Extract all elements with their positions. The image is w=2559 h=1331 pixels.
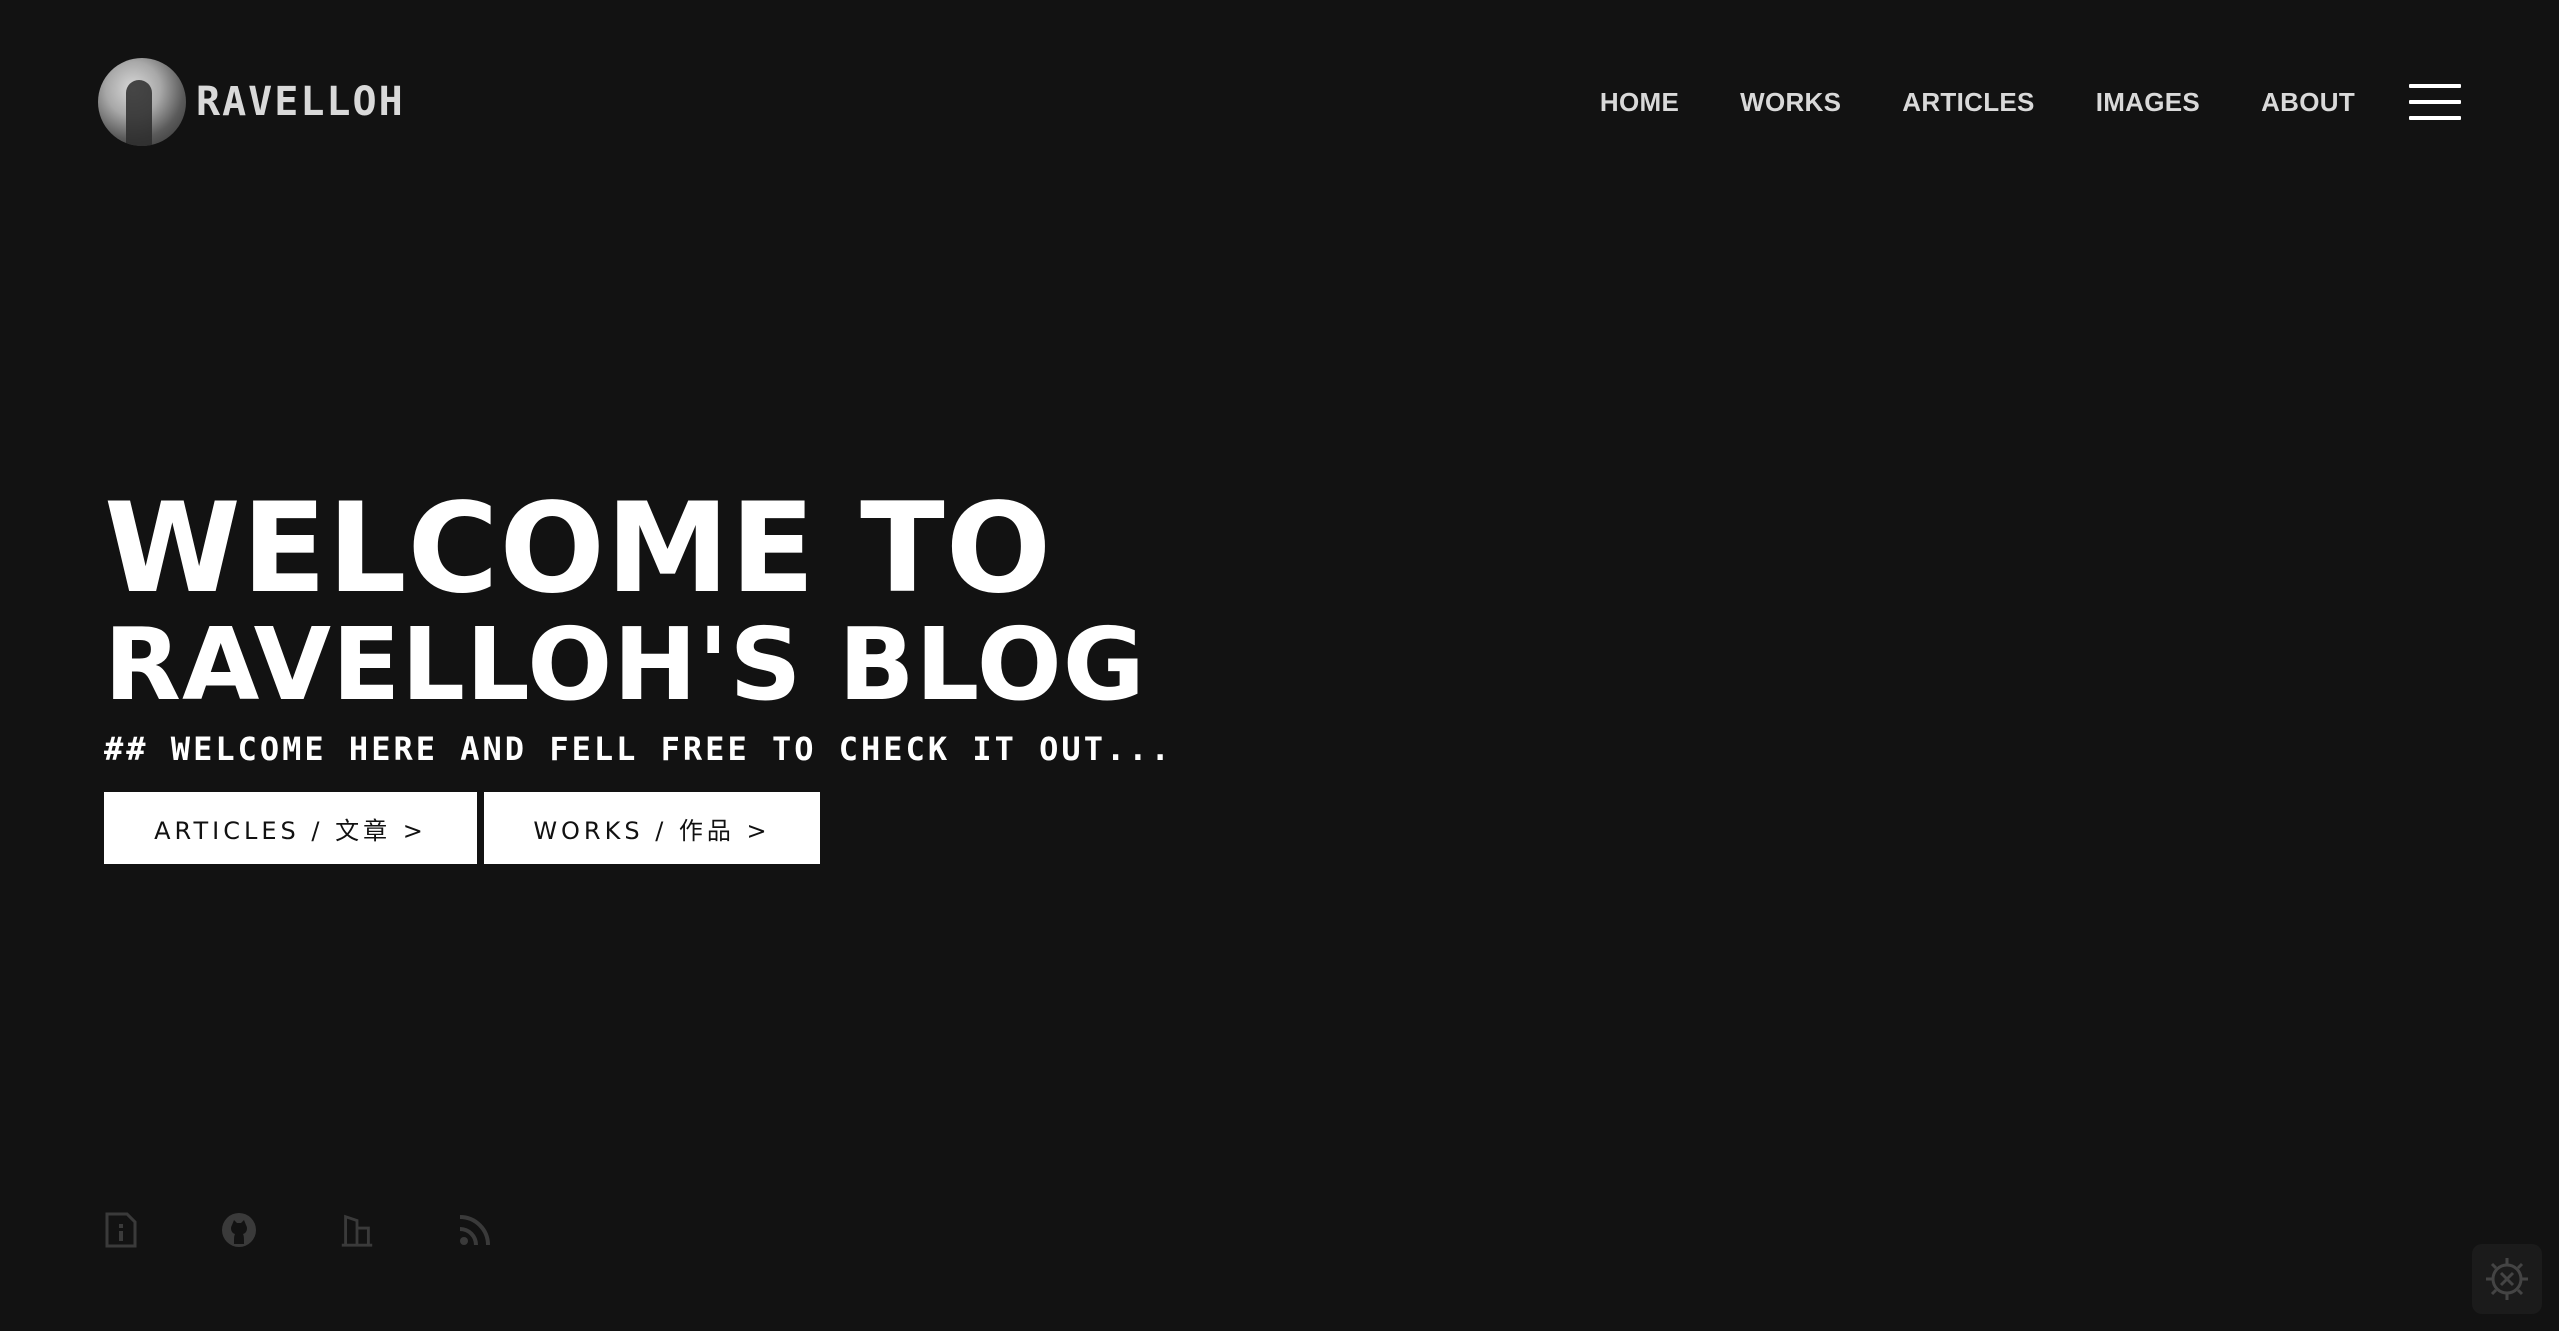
hamburger-bar <box>2409 84 2461 88</box>
nav-item-articles[interactable]: ARTICLES <box>1902 87 2034 118</box>
hamburger-bar <box>2409 116 2461 120</box>
site-header: RAVELLOH HOME WORKS ARTICLES IMAGES ABOU… <box>98 58 2461 146</box>
hero-title-line1: WELCOME TO <box>104 477 1053 621</box>
nav-item-about[interactable]: ABOUT <box>2261 87 2355 118</box>
works-button[interactable]: WORKS / 作品 > <box>484 792 820 864</box>
hamburger-menu-icon[interactable] <box>2409 84 2461 120</box>
brand-name: RAVELLOH <box>196 79 405 125</box>
nav-item-images[interactable]: IMAGES <box>2096 87 2200 118</box>
hamburger-bar <box>2409 100 2461 104</box>
hero-title-line2: RAVELLOH'S BLOG <box>104 606 1146 723</box>
nav-item-home[interactable]: HOME <box>1600 87 1679 118</box>
hero: WELCOME TO RAVELLOH'S BLOG ## WELCOME HE… <box>104 477 1173 864</box>
brand-home-link[interactable]: RAVELLOH <box>98 58 405 146</box>
page: RAVELLOH HOME WORKS ARTICLES IMAGES ABOU… <box>0 0 2559 1331</box>
nav-item-works[interactable]: WORKS <box>1740 87 1841 118</box>
github-icon[interactable] <box>220 1210 258 1250</box>
social-links <box>102 1210 574 1250</box>
hero-subtitle: ## WELCOME HERE AND FELL FREE TO CHECK I… <box>104 730 1173 768</box>
settings-gear-icon[interactable] <box>2472 1244 2542 1314</box>
avatar <box>98 58 186 146</box>
cta-row: ARTICLES / 文章 > WORKS / 作品 > <box>104 792 1173 864</box>
rss-icon[interactable] <box>456 1210 494 1250</box>
building-icon[interactable] <box>338 1210 376 1250</box>
articles-button[interactable]: ARTICLES / 文章 > <box>104 792 477 864</box>
main-nav: HOME WORKS ARTICLES IMAGES ABOUT <box>1600 84 2461 120</box>
info-card-icon[interactable] <box>102 1210 140 1250</box>
